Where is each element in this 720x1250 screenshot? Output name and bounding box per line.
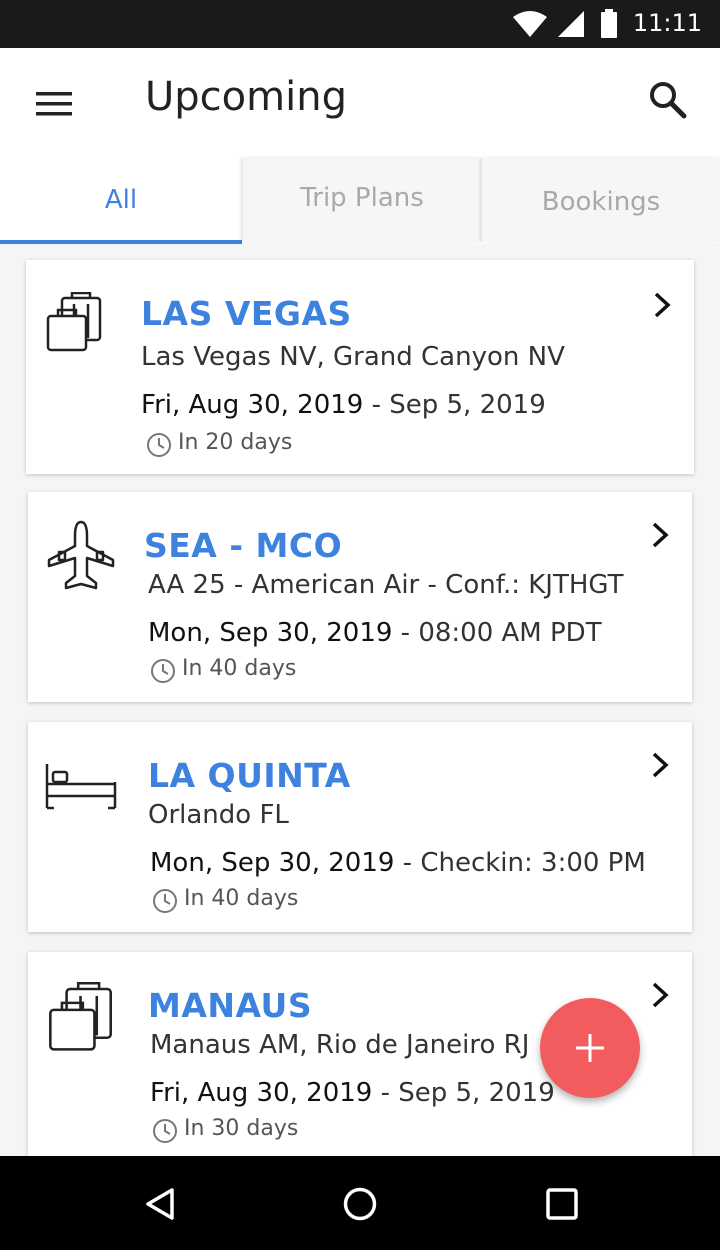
luggage-icon — [46, 292, 102, 352]
tab-trip-plans[interactable]: Trip Plans — [243, 158, 481, 242]
flight-date: Mon, Sep 30, 2019 - 08:00 AM PDT — [148, 618, 602, 648]
hotel-date-rest: - Checkin: 3:00 PM — [394, 848, 646, 878]
tab-all-label: All — [104, 185, 138, 215]
flight-subtitle: AA 25 - American Air - Conf.: KJTHGT — [148, 570, 624, 600]
trip-name: LAS VEGAS — [141, 294, 352, 333]
add-button[interactable] — [540, 998, 640, 1098]
clock-icon — [153, 889, 177, 913]
trip-date: Fri, Aug 30, 2019 - Sep 5, 2019 — [150, 1078, 555, 1108]
tab-bookings[interactable]: Bookings — [482, 158, 720, 242]
search-icon[interactable] — [646, 78, 690, 122]
tab-bookings-label: Bookings — [541, 187, 661, 217]
hotel-name: LA QUINTA — [148, 756, 351, 795]
hotel-date: Mon, Sep 30, 2019 - Checkin: 3:00 PM — [150, 848, 646, 878]
airplane-icon — [47, 520, 115, 590]
trip-name: MANAUS — [148, 986, 313, 1025]
battery-icon — [601, 9, 617, 38]
trip-date: Fri, Aug 30, 2019 - Sep 5, 2019 — [141, 390, 546, 420]
system-nav-bar — [0, 1156, 720, 1250]
tab-all[interactable]: All — [0, 158, 242, 244]
hotel-date-main: Mon, Sep 30, 2019 — [150, 848, 395, 878]
flight-date-main: Mon, Sep 30, 2019 — [148, 618, 393, 648]
app-bar: Upcoming — [0, 48, 720, 158]
cellular-signal-icon — [558, 11, 584, 37]
hotel-location: Orlando FL — [148, 800, 289, 830]
page-title: Upcoming — [145, 74, 347, 120]
menu-icon[interactable] — [34, 90, 74, 118]
relative-time-label: In 20 days — [178, 430, 293, 455]
trip-card[interactable]: LAS VEGAS Las Vegas NV, Grand Canyon NV … — [26, 260, 694, 474]
chevron-right-icon[interactable] — [650, 290, 674, 320]
status-bar: 11:11 — [0, 0, 720, 48]
relative-time-label: In 30 days — [184, 1116, 299, 1141]
recents-icon[interactable] — [544, 1186, 580, 1222]
flight-route: SEA - MCO — [144, 526, 343, 565]
relative-time-label: In 40 days — [184, 886, 299, 911]
bed-icon — [45, 764, 117, 810]
tab-bar: All Trip Plans Bookings — [0, 158, 720, 244]
flight-card[interactable]: SEA - MCO AA 25 - American Air - Conf.: … — [28, 492, 692, 702]
wifi-icon — [513, 11, 547, 37]
chevron-right-icon[interactable] — [648, 750, 672, 780]
chevron-right-icon[interactable] — [648, 520, 672, 550]
home-icon[interactable] — [342, 1186, 378, 1222]
chevron-right-icon[interactable] — [648, 980, 672, 1010]
trip-subtitle: Las Vegas NV, Grand Canyon NV — [141, 342, 565, 372]
hotel-card[interactable]: LA QUINTA Orlando FL Mon, Sep 30, 2019 -… — [28, 722, 692, 932]
trip-date-main: Fri, Aug 30, 2019 — [150, 1078, 373, 1108]
trip-date-rest: - Sep 5, 2019 — [363, 390, 546, 420]
trip-subtitle: Manaus AM, Rio de Janeiro RJ — [150, 1030, 530, 1060]
back-icon[interactable] — [142, 1186, 178, 1222]
flight-date-rest: - 08:00 AM PDT — [392, 618, 602, 648]
clock-icon — [147, 433, 171, 457]
plus-icon — [576, 1034, 604, 1062]
relative-time-label: In 40 days — [182, 656, 297, 681]
clock-icon — [151, 659, 175, 683]
trip-date-main: Fri, Aug 30, 2019 — [141, 390, 364, 420]
status-time: 11:11 — [632, 9, 702, 37]
tab-trip-plans-label: Trip Plans — [300, 183, 424, 213]
clock-icon — [153, 1119, 177, 1143]
trip-date-rest: - Sep 5, 2019 — [372, 1078, 555, 1108]
luggage-icon — [49, 982, 112, 1051]
